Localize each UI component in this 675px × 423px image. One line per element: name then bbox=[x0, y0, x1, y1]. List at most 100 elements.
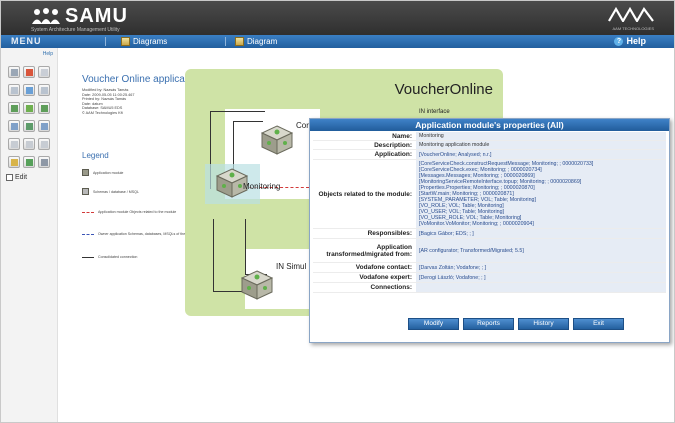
legend-title: Legend bbox=[82, 151, 109, 160]
reports-button[interactable]: Reports bbox=[463, 318, 514, 330]
table-icon[interactable] bbox=[23, 138, 35, 150]
menu-button[interactable]: MENU bbox=[11, 36, 42, 46]
dialog-title: Application module's properties (All) bbox=[310, 119, 669, 131]
property-label: Responsibles: bbox=[367, 230, 412, 237]
samu-logo-icon bbox=[32, 8, 60, 24]
transformed-link[interactable]: [AR configurator; Transformed/Migrated; … bbox=[416, 239, 666, 262]
app-header: SAMU System Architecture Management Util… bbox=[1, 1, 674, 35]
module-node-cube-icon[interactable] bbox=[260, 124, 294, 156]
property-row-name: Name: Monitoring bbox=[313, 132, 666, 141]
module-node-cube-icon[interactable] bbox=[240, 269, 274, 301]
property-label: Connections: bbox=[370, 284, 412, 291]
red-dashed-line-icon bbox=[82, 211, 94, 213]
modify-button[interactable]: Modify bbox=[408, 318, 459, 330]
legend-item-label: Schemas / database / MSQL bbox=[93, 189, 139, 194]
solid-line-icon bbox=[82, 256, 94, 258]
tab-diagram[interactable]: Diagram bbox=[235, 36, 277, 47]
arrow-right-icon[interactable] bbox=[38, 102, 50, 114]
property-label: Vodafone expert: bbox=[359, 274, 412, 281]
zoom-out-icon[interactable] bbox=[8, 84, 20, 96]
zoom-in-icon[interactable] bbox=[38, 84, 50, 96]
layout-icon[interactable] bbox=[23, 120, 35, 132]
property-label: Application: bbox=[374, 151, 412, 158]
edit-checkbox[interactable]: Edit bbox=[6, 174, 27, 181]
dialog-buttons: Modify Reports History Exit bbox=[408, 318, 624, 330]
history-button[interactable]: History bbox=[518, 318, 569, 330]
module-cube-icon bbox=[82, 169, 89, 176]
fit-icon[interactable] bbox=[23, 102, 35, 114]
sidebar-help-link[interactable]: Help bbox=[43, 51, 53, 57]
legend-item-label: Consolidated connection bbox=[98, 255, 138, 259]
connection-line bbox=[213, 219, 214, 291]
connection-line bbox=[233, 121, 263, 122]
expert-link[interactable]: [Derogi László; Vodafone; ; ] bbox=[416, 273, 666, 282]
help-button-label: Help bbox=[626, 36, 646, 46]
blue-dashed-line-icon bbox=[82, 233, 94, 235]
vendor-subtitle: AAM TECHNOLOGIES bbox=[612, 26, 655, 31]
property-label: Application transformed/migrated from: bbox=[326, 243, 412, 258]
property-row-description: Description: Monitoring application modu… bbox=[313, 141, 666, 150]
tab-diagrams[interactable]: Diagrams bbox=[121, 36, 167, 47]
property-row-connections: Connections: bbox=[313, 283, 666, 293]
connection-line bbox=[245, 219, 246, 274]
export-icon[interactable] bbox=[23, 156, 35, 168]
legend-item: Consolidated connection bbox=[82, 255, 137, 259]
property-row-objects: Objects related to the module: [CoreServ… bbox=[313, 160, 666, 229]
properties-dialog: Application module's properties (All) Na… bbox=[309, 118, 670, 343]
meta-line: Modified by: Nazsás Tamás bbox=[82, 88, 129, 92]
menu-separator bbox=[225, 37, 226, 46]
exit-button[interactable]: Exit bbox=[573, 318, 624, 330]
property-row-application: Application: [VoucherOnline; Analysed; n… bbox=[313, 150, 666, 160]
print-icon[interactable] bbox=[8, 66, 20, 78]
grid-icon[interactable] bbox=[8, 138, 20, 150]
diagram-icon bbox=[121, 37, 130, 46]
legend-item: Application module Objects related to th… bbox=[82, 210, 176, 214]
menu-bar: MENU Diagrams Diagram ? Help bbox=[1, 35, 674, 48]
help-button[interactable]: ? Help bbox=[614, 36, 646, 46]
menu-separator bbox=[105, 37, 106, 46]
node-label: IN Simul bbox=[276, 262, 307, 271]
magnify-icon[interactable] bbox=[8, 120, 20, 132]
sidebar-toolbar: Help Edit bbox=[1, 48, 58, 422]
node-label: Cor bbox=[296, 121, 309, 130]
property-row-responsibles: Responsibles: [Bagics Gábor; EDS; ; ] bbox=[313, 229, 666, 239]
tab-diagram-label: Diagram bbox=[247, 37, 278, 46]
document-title: Voucher Online application bbox=[82, 74, 201, 85]
property-label: Vodafone contact: bbox=[355, 264, 412, 271]
printer-icon[interactable] bbox=[38, 156, 50, 168]
arrow-left-icon[interactable] bbox=[8, 102, 20, 114]
aam-logo-icon bbox=[608, 6, 654, 22]
folder-icon[interactable] bbox=[8, 156, 20, 168]
diagram-icon bbox=[235, 37, 244, 46]
search-icon[interactable] bbox=[38, 120, 50, 132]
app-window: SAMU System Architecture Management Util… bbox=[0, 0, 675, 423]
app-subtitle: System Architecture Management Utility bbox=[31, 27, 120, 33]
checkbox-icon bbox=[6, 174, 13, 181]
property-row-vodafone-contact: Vodafone contact: [Darvas Zoltán; Vodafo… bbox=[313, 263, 666, 273]
connections-value bbox=[416, 283, 666, 292]
objects-list: [CoreServiceCheck.constructRequestMessag… bbox=[416, 160, 666, 228]
home-icon[interactable] bbox=[23, 84, 35, 96]
edit-label: Edit bbox=[15, 174, 28, 181]
meta-line: © AAM Technologies Kft bbox=[82, 110, 123, 115]
legend-item-label: Application module bbox=[93, 170, 124, 175]
pdf-icon[interactable] bbox=[23, 66, 35, 78]
legend-item: Application module bbox=[82, 169, 123, 176]
property-value: Monitoring application module bbox=[416, 141, 666, 149]
property-label: Description: bbox=[374, 141, 412, 149]
dialog-body: Name: Monitoring Description: Monitoring… bbox=[313, 132, 666, 339]
page-icon[interactable] bbox=[38, 66, 50, 78]
property-label: Objects related to the module: bbox=[318, 190, 412, 198]
document-meta: Modified by: Nazsás Tamás Date: 2009-05-… bbox=[82, 88, 135, 116]
application-link[interactable]: [VoucherOnline; Analysed; n.r.] bbox=[416, 150, 666, 159]
tab-diagrams-label: Diagrams bbox=[133, 37, 168, 46]
tools-icon[interactable] bbox=[38, 138, 50, 150]
contact-link[interactable]: [Darvas Zoltán; Vodafone; ; ] bbox=[416, 263, 666, 272]
node-label: Monitoring bbox=[243, 182, 281, 191]
responsible-link[interactable]: [Bagics Gábor; EDS; ; ] bbox=[416, 229, 666, 238]
object-link[interactable]: [VoMonitor.VoMonitor; Monitoring; ; 0000… bbox=[419, 221, 666, 227]
property-value: Monitoring bbox=[416, 132, 666, 140]
schema-icon bbox=[82, 188, 89, 195]
legend-item-label: Application module Objects related to th… bbox=[98, 210, 177, 214]
interface-label: IN interface bbox=[419, 109, 450, 115]
